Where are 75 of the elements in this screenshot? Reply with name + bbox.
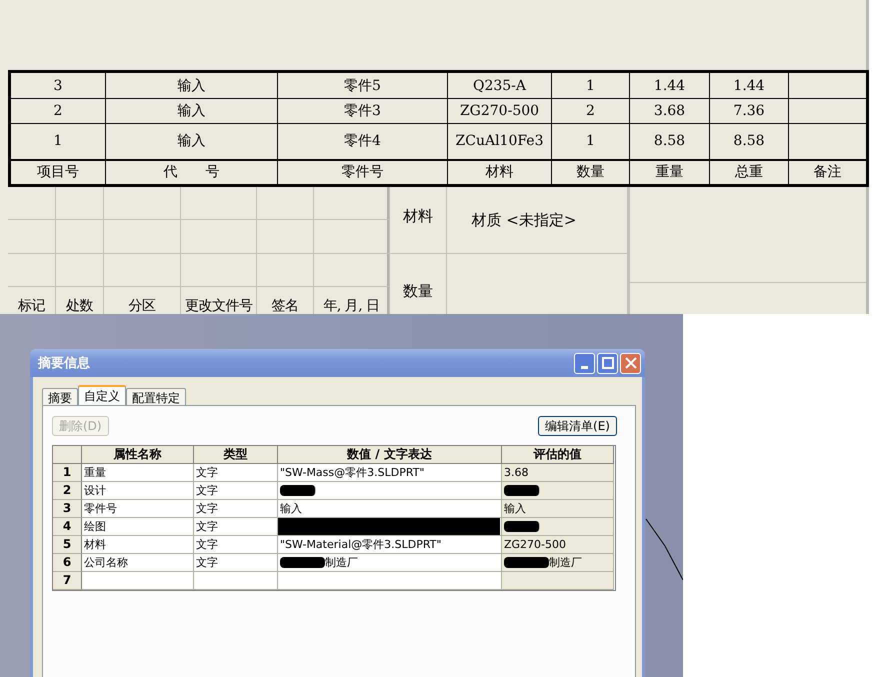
maximize-icon: [602, 357, 614, 369]
bom-cell: 零件5: [278, 72, 448, 98]
cell-text: "SW-Material@零件3.SLDPRT": [280, 537, 442, 552]
table-cell: [8, 220, 56, 254]
bom-cell: 2: [552, 98, 630, 124]
row-number[interactable]: 2: [53, 482, 82, 500]
cell-text: 制造厂: [549, 555, 582, 570]
table-cell: [8, 254, 56, 287]
quantity-label: 数量: [402, 281, 434, 301]
table-cell: [56, 187, 104, 220]
window-title: 摘要信息: [38, 354, 90, 372]
bom-cell: Q235-A: [448, 72, 552, 98]
minimize-icon: [581, 366, 588, 368]
tab[interactable]: 自定义: [78, 385, 126, 405]
bom-cell: 1: [552, 72, 630, 98]
row-number[interactable]: 3: [53, 500, 82, 518]
cell-text: 输入: [504, 501, 526, 516]
row-number[interactable]: 1: [53, 464, 82, 482]
row-number[interactable]: 5: [53, 536, 82, 554]
close-icon: [624, 357, 636, 369]
material-label: 材料: [390, 187, 446, 254]
bom-header-cell: 代 号: [106, 160, 278, 186]
cell-text: 制造厂: [325, 555, 358, 570]
bom-header-cell: 总重: [710, 160, 788, 186]
table-cell: 零件号: [82, 500, 194, 518]
material-value: 材质 <未指定>: [472, 211, 576, 229]
bom-header-cell: 材料: [448, 160, 552, 186]
table-cell: 文字: [194, 500, 278, 518]
bom-cell: ZG270-500: [448, 98, 552, 124]
table-cell: 重量: [82, 464, 194, 482]
bom-header-cell: 重量: [630, 160, 710, 186]
bom-cell: 3: [10, 72, 106, 98]
minimize-button[interactable]: [574, 352, 595, 374]
column-header[interactable]: 评估的值: [502, 446, 614, 464]
row-number[interactable]: 6: [53, 554, 82, 572]
edit-list-button[interactable]: 编辑清单(E): [538, 416, 617, 436]
bom-cell: 输入: [106, 72, 278, 98]
table-cell: 文字: [194, 482, 278, 500]
bom-header-cell: 数量: [552, 160, 630, 186]
table-cell: [257, 187, 314, 220]
column-header[interactable]: 属性名称: [82, 446, 194, 464]
row-number[interactable]: 4: [53, 518, 82, 536]
close-button[interactable]: [620, 352, 641, 374]
column-header[interactable]: 数值 / 文字表达: [278, 446, 502, 464]
table-cell: 材料: [82, 536, 194, 554]
table-cell: [257, 254, 314, 287]
bom-header-cell: 零件号: [278, 160, 448, 186]
cell-text: ZG270-500: [504, 538, 566, 551]
bom-cell: 1.44: [630, 72, 710, 98]
table-cell: [257, 220, 314, 254]
bom-header-cell: 项目号: [10, 160, 106, 186]
table-cell: [56, 220, 104, 254]
row-number[interactable]: 7: [53, 572, 82, 590]
table-cell: 文字: [194, 464, 278, 482]
bom-cell: 输入: [106, 98, 278, 124]
tab[interactable]: 配置特定: [126, 388, 186, 405]
bom-cell: 7.36: [710, 98, 788, 124]
maximize-button[interactable]: [597, 352, 618, 374]
bom-cell: 1.44: [710, 72, 788, 98]
tab[interactable]: 摘要: [42, 388, 78, 405]
bom-cell: 2: [10, 98, 106, 124]
curve-line: [645, 518, 683, 582]
cell-text: 输入: [280, 501, 302, 516]
cell-text: 3.68: [504, 466, 528, 479]
bom-cell: 3.68: [630, 98, 710, 124]
table-cell: 绘图: [82, 518, 194, 536]
column-header[interactable]: 类型: [194, 446, 278, 464]
table-cell: [56, 254, 104, 287]
bom-cell: 零件3: [278, 98, 448, 124]
table-cell: 文字: [194, 554, 278, 572]
cell-text: "SW-Mass@零件3.SLDPRT": [280, 465, 424, 480]
table-cell: [8, 187, 56, 220]
table-cell: 公司名称: [82, 554, 194, 572]
table-cell: 文字: [194, 536, 278, 554]
table-cell: 设计: [82, 482, 194, 500]
